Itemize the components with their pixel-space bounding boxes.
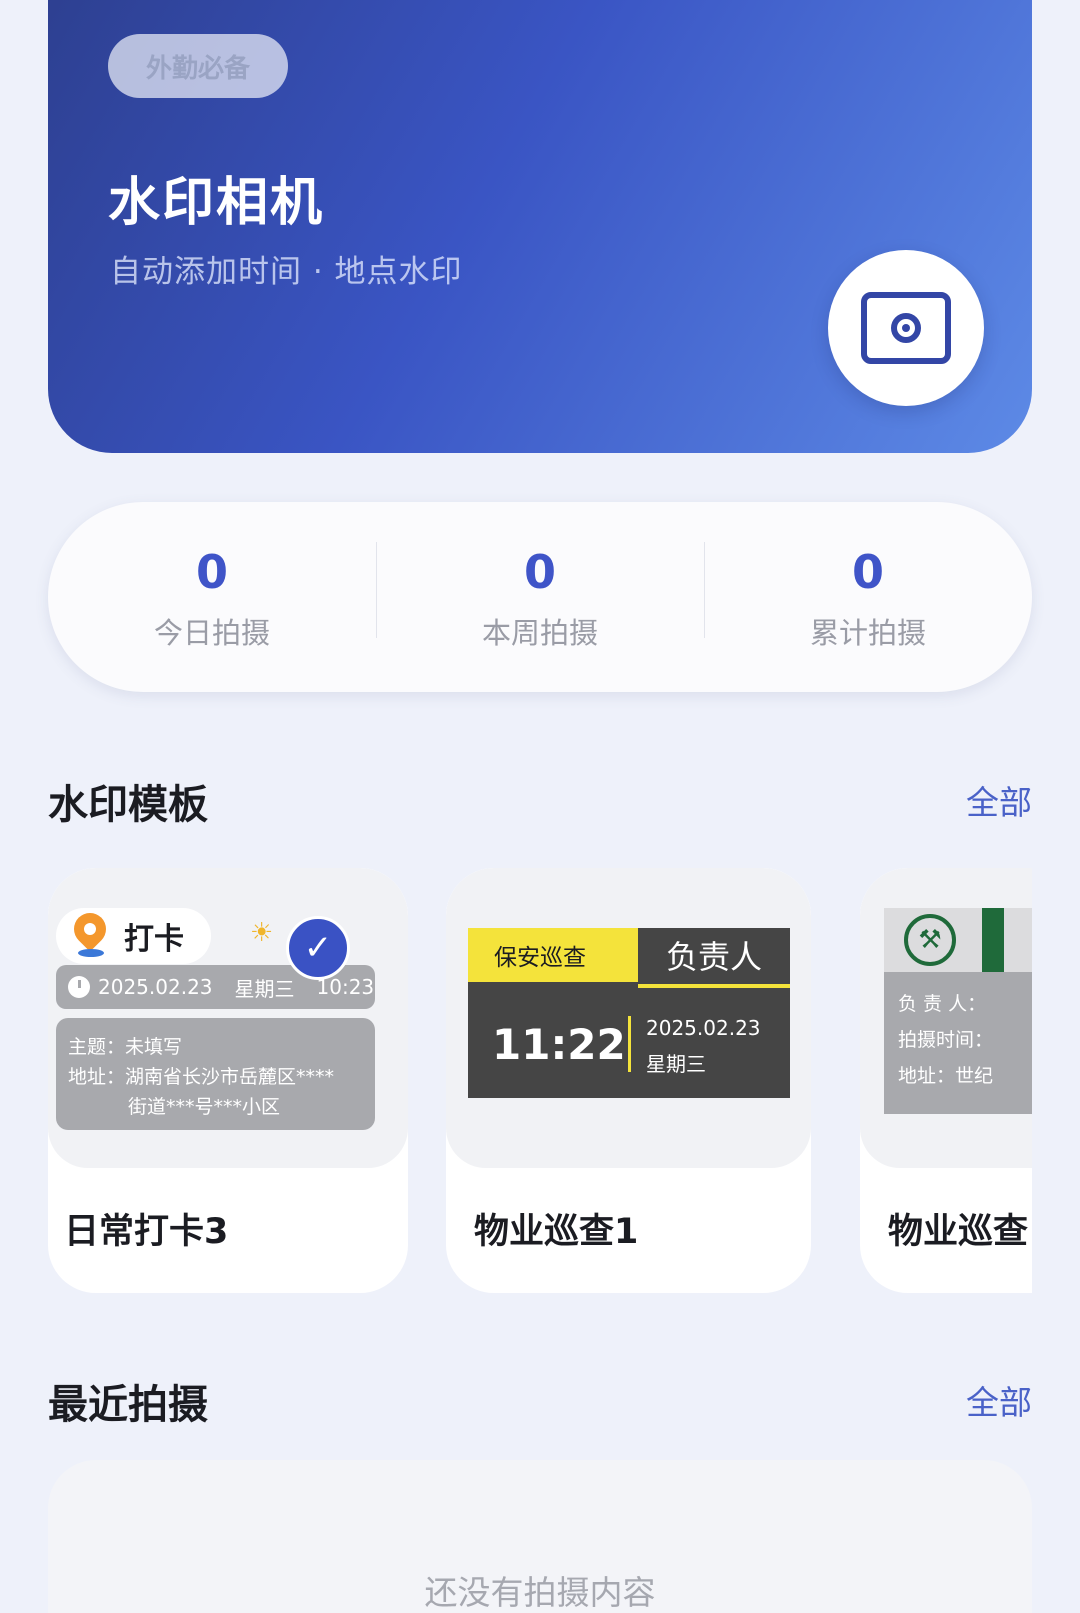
templates-section-title: 水印模板 — [48, 782, 208, 828]
template-card-property-patrol-2[interactable]: ⚒ 负 责 人： 拍摄时间： 地址：世纪 物业巡查 — [860, 868, 1032, 1293]
stats-card: 0 今日拍摄 0 本周拍摄 0 累计拍摄 — [48, 502, 1032, 692]
template-name: 物业巡查 — [888, 1212, 1029, 1252]
hero-subtitle: 自动添加时间 · 地点水印 — [110, 254, 463, 290]
date-text: 2025.02.23 — [98, 975, 213, 999]
info-box: 主题：未填写 地址：湖南省长沙市岳麓区**** 街道***号***小区 — [56, 1018, 375, 1130]
stat-week: 0 本周拍摄 — [376, 542, 704, 652]
empty-text: 还没有拍摄内容 — [424, 1573, 656, 1612]
pill-text: 打卡 — [124, 922, 184, 957]
weekday-text: 星期三 — [234, 976, 295, 1001]
patrol-weekday: 星期三 — [646, 1052, 706, 1076]
line-text: 拍摄时间： — [898, 1029, 994, 1051]
template-card-daily-checkin[interactable]: 打卡 ☀ 2025.02.23 星期三 10:23 主题：未填写 地址：湖南省长… — [48, 868, 408, 1293]
camera-icon — [861, 292, 951, 364]
template-name: 日常打卡3 — [64, 1212, 229, 1252]
template-preview: 保安巡查 负责人 11:22 2025.02.23 星期三 — [446, 868, 811, 1168]
address-line-1: 地址：湖南省长沙市岳麓区**** — [68, 1066, 335, 1088]
clock-icon — [68, 976, 90, 998]
recent-section-title: 最近拍摄 — [48, 1382, 208, 1428]
stat-today: 0 今日拍摄 — [48, 542, 376, 652]
stat-total: 0 累计拍摄 — [704, 542, 1032, 652]
line-text: 负 责 人： — [898, 993, 987, 1015]
patrol-watermark-2: ⚒ 负 责 人： 拍摄时间： 地址：世纪 — [884, 908, 1032, 1114]
templates-view-all-link[interactable]: 全部 — [966, 776, 1032, 824]
weather-sun-icon: ☀ — [250, 918, 274, 948]
selected-check-icon: ✓ — [286, 916, 350, 980]
hero-banner[interactable]: 外勤必备 水印相机 自动添加时间 · 地点水印 — [48, 0, 1032, 453]
template-preview: 打卡 ☀ 2025.02.23 星期三 10:23 主题：未填写 地址：湖南省长… — [48, 868, 408, 1168]
stat-value: 0 — [523, 545, 556, 599]
line-text: 地址：世纪 — [898, 1065, 994, 1087]
patrol-watermark: 保安巡查 负责人 11:22 2025.02.23 星期三 — [468, 928, 790, 1098]
stat-value: 0 — [851, 545, 884, 599]
stat-label: 今日拍摄 — [153, 616, 270, 650]
recent-view-all-link[interactable]: 全部 — [966, 1376, 1032, 1424]
patrol-head: 负责人 — [665, 938, 762, 976]
template-name: 物业巡查1 — [474, 1212, 639, 1252]
location-pin-icon — [67, 906, 113, 959]
patrol-time: 11:22 — [492, 1020, 626, 1069]
address-line-2: 街道***号***小区 — [128, 1096, 281, 1118]
tools-logo-icon: ⚒ — [904, 914, 956, 966]
template-preview: ⚒ 负 责 人： 拍摄时间： 地址：世纪 — [860, 868, 1032, 1168]
topic-text: 主题：未填写 — [68, 1036, 183, 1058]
template-card-property-patrol-1[interactable]: 保安巡查 负责人 11:22 2025.02.23 星期三 物业巡查1 — [446, 868, 811, 1293]
stat-value: 0 — [195, 545, 228, 599]
open-camera-button[interactable] — [828, 250, 984, 406]
patrol-tag: 保安巡查 — [468, 928, 638, 982]
recent-empty-state: 还没有拍摄内容 — [48, 1460, 1032, 1613]
patrol-date: 2025.02.23 — [646, 1016, 761, 1040]
hero-title: 水印相机 — [108, 173, 325, 233]
checkin-pill: 打卡 — [56, 906, 211, 964]
home-screen: 外勤必备 水印相机 自动添加时间 · 地点水印 0 今日拍摄 0 本周拍摄 0 … — [0, 0, 1080, 1613]
template-carousel[interactable]: 打卡 ☀ 2025.02.23 星期三 10:23 主题：未填写 地址：湖南省长… — [48, 868, 1032, 1293]
stat-label: 本周拍摄 — [481, 616, 598, 650]
hero-badge: 外勤必备 — [108, 34, 288, 98]
stat-label: 累计拍摄 — [809, 616, 926, 650]
